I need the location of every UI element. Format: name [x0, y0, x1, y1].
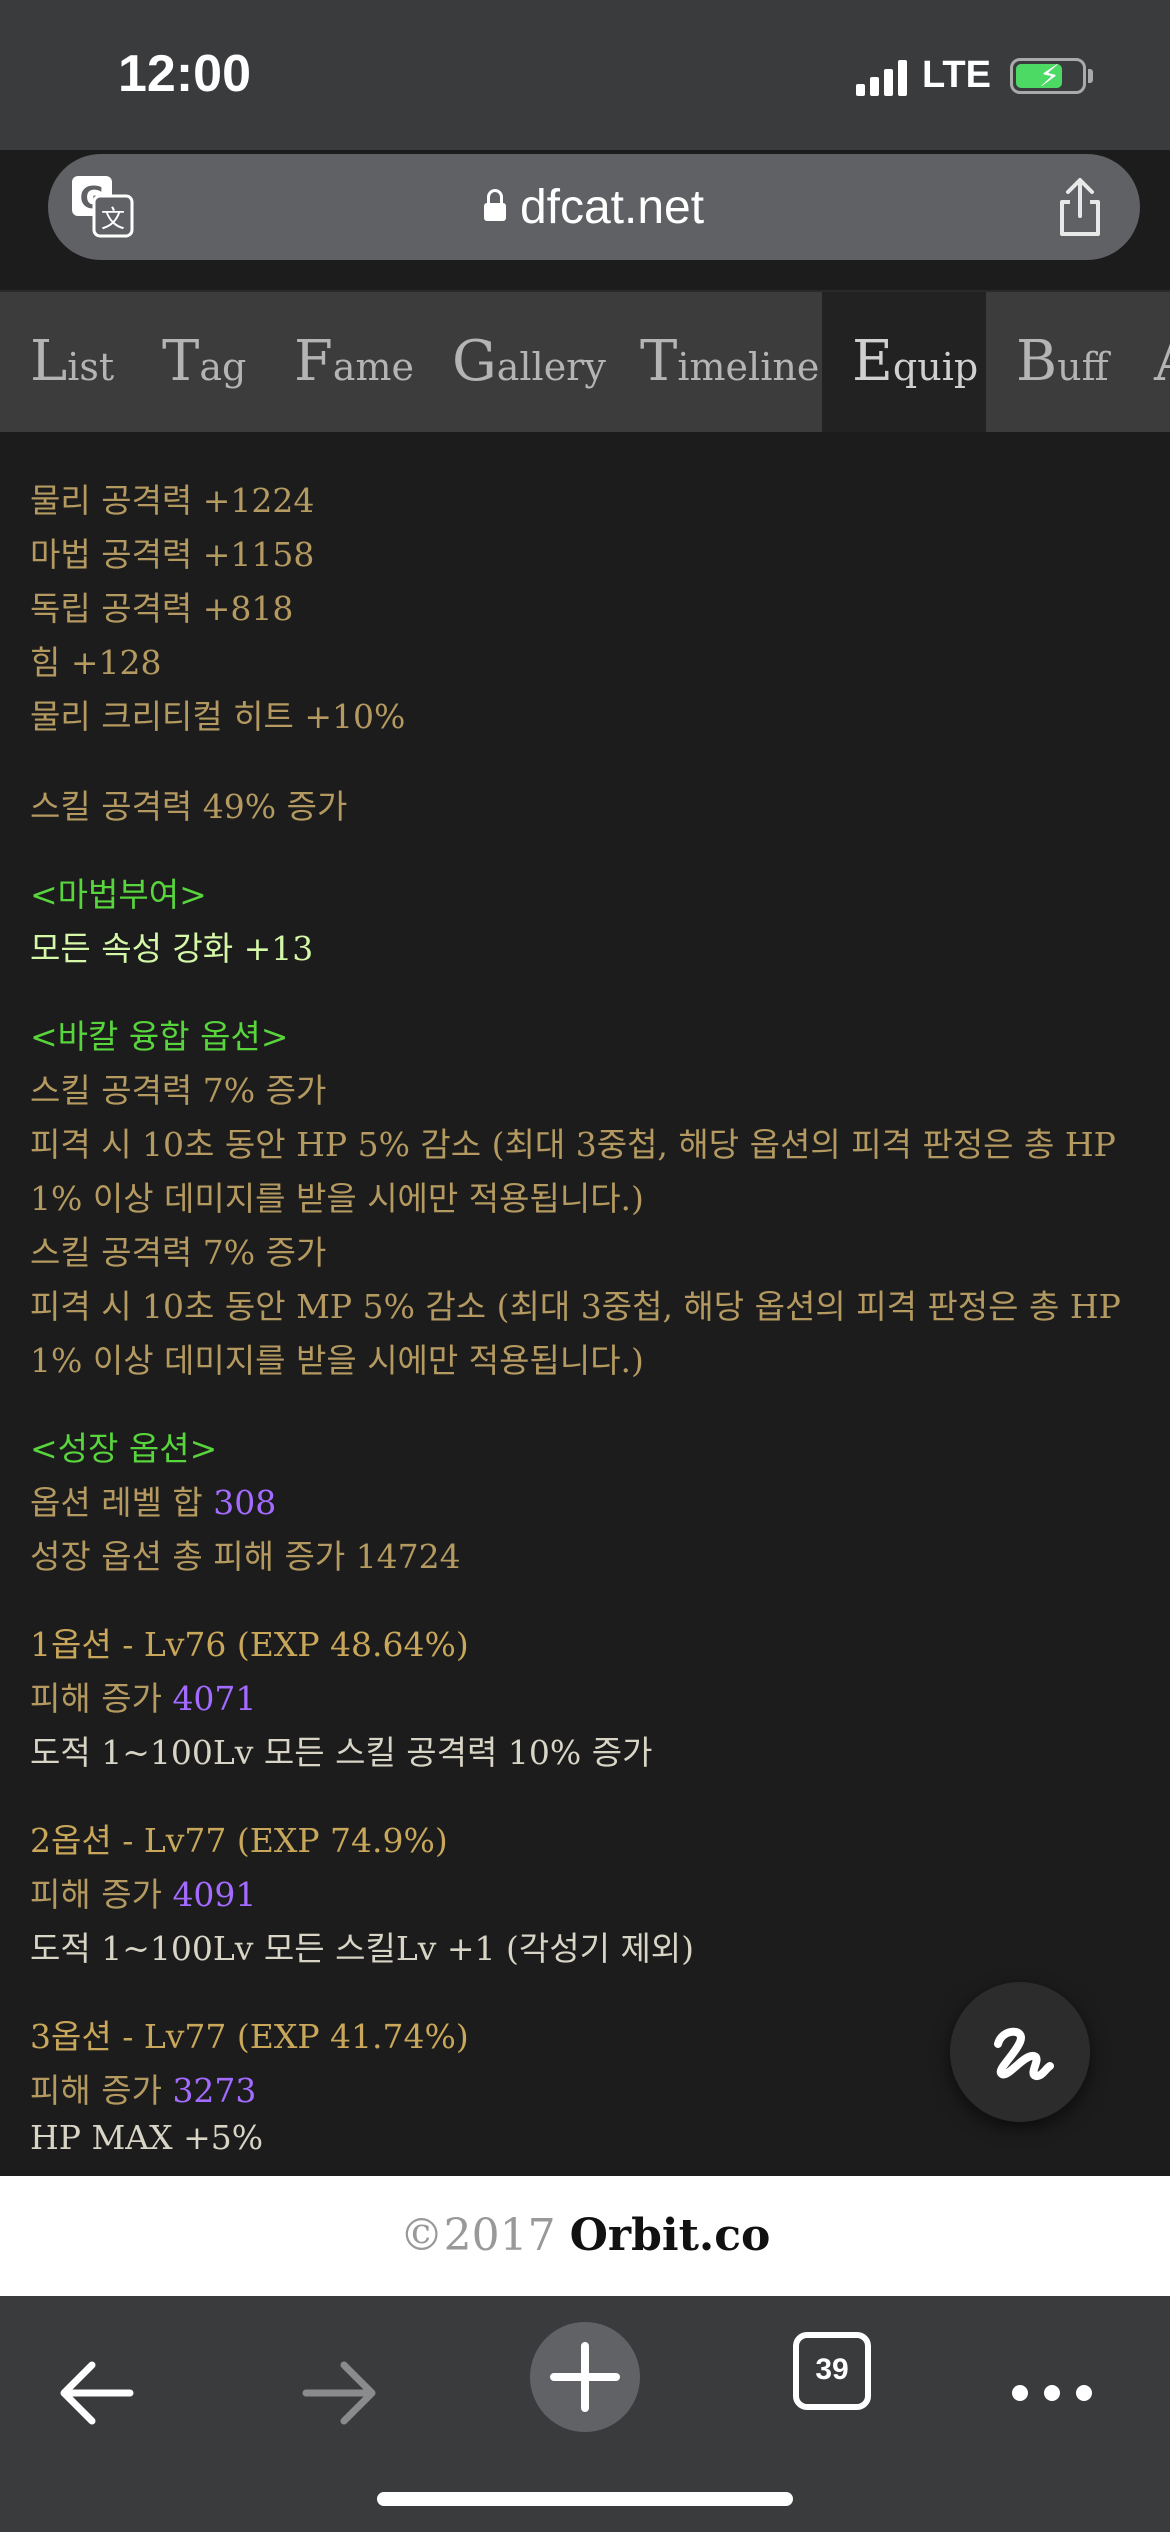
signal-icon [856, 60, 908, 96]
growth-option-title: 2옵션 - Lv77 (EXP 74.9%) [30, 1821, 448, 1860]
network-type: LTE [922, 54, 991, 96]
tab-fame[interactable]: Fame [264, 292, 422, 432]
option-level-sum: 옵션 레벨 합 308 [30, 1483, 277, 1522]
battery-cap [1088, 69, 1093, 83]
back-arrow-icon[interactable] [42, 2330, 152, 2440]
stat-line: 물리 크리티컬 히트 +10% [30, 697, 406, 736]
tab-timeline[interactable]: Timeline [610, 292, 822, 432]
bakal-header: <바칼 융합 옵션> [30, 1017, 289, 1056]
url-text: dfcat.net [519, 181, 705, 234]
growth-option-damage: 피해 증가 4071 [30, 1679, 257, 1718]
growth-option-damage: 피해 증가 4091 [30, 1875, 257, 1914]
stat-line: 물리 공격력 +1224 [30, 481, 315, 520]
skill-attack-line: 스킬 공격력 49% 증가 [30, 787, 348, 826]
bakal-line: 피격 시 10초 동안 MP 5% 감소 (최대 3중첩, 해당 옵션의 피격 … [30, 1287, 1121, 1326]
home-indicator[interactable] [377, 2492, 793, 2506]
growth-option-effect: 도적 1~100Lv 모든 스킬Lv +1 (각성기 제외) [30, 1929, 695, 1968]
scribble-fab-button[interactable] [950, 1982, 1090, 2122]
option-level-sum-value: 308 [213, 1483, 277, 1522]
scribble-icon [994, 2027, 1054, 2081]
tab-overflow[interactable]: A [1126, 292, 1170, 432]
tab-equip[interactable]: Equip [822, 292, 986, 432]
share-icon[interactable] [1048, 176, 1112, 240]
stat-line: 힘 +128 [30, 643, 162, 682]
status-time: 12:00 [118, 45, 251, 103]
site-footer: ©2017 Orbit.co [0, 2176, 1170, 2296]
site-nav-tabs: List Tag Fame Gallery Timeline Equip Buf… [0, 292, 1170, 432]
status-bar: 12:00 LTE ⚡ [0, 0, 1170, 150]
growth-option-damage: 피해 증가 3273 [30, 2071, 257, 2110]
battery-charging-icon: ⚡ [1010, 58, 1086, 94]
enchant-value: 모든 속성 강화 +13 [30, 929, 314, 968]
growth-option-title: 3옵션 - Lv77 (EXP 41.74%) [30, 2017, 469, 2056]
tab-buff[interactable]: Buff [986, 292, 1126, 432]
more-icon[interactable] [998, 2330, 1108, 2440]
tab-gallery[interactable]: Gallery [422, 292, 614, 432]
equip-detail: 물리 공격력 +1224 마법 공격력 +1158 독립 공격력 +818 힘 … [0, 432, 1170, 2176]
new-tab-button[interactable] [530, 2322, 640, 2432]
growth-total-damage: 성장 옵션 총 피해 증가 14724 [30, 1537, 461, 1576]
growth-header: <성장 옵션> [30, 1429, 218, 1468]
new-tab-plus-icon [550, 2342, 620, 2412]
lock-icon [483, 189, 506, 221]
bakal-line: 스킬 공격력 7% 증가 [30, 1071, 327, 1110]
enchant-header: <마법부여> [30, 875, 207, 914]
bakal-line: 1% 이상 데미지를 받을 시에만 적용됩니다.) [30, 1179, 644, 1218]
bakal-line: 피격 시 10초 동안 HP 5% 감소 (최대 3중첩, 해당 옵션의 피격 … [30, 1125, 1116, 1164]
url-display[interactable]: dfcat.net [48, 180, 1140, 235]
stat-line: 독립 공격력 +818 [30, 589, 294, 628]
stat-line: 마법 공격력 +1158 [30, 535, 315, 574]
growth-option-effect: HP MAX +5% [30, 2118, 264, 2157]
tabs-icon[interactable]: 39 [793, 2332, 871, 2410]
address-bar[interactable]: G 文 dfcat.net [48, 154, 1140, 260]
bakal-line: 스킬 공격력 7% 증가 [30, 1233, 327, 1272]
tab-list[interactable]: List [0, 292, 132, 432]
bakal-line: 1% 이상 데미지를 받을 시에만 적용됩니다.) [30, 1341, 644, 1380]
tab-tag[interactable]: Tag [132, 292, 264, 432]
growth-option-effect: 도적 1~100Lv 모든 스킬 공격력 10% 증가 [30, 1733, 653, 1772]
copyright: ©2017 [399, 2210, 556, 2261]
footer-brand[interactable]: Orbit.co [570, 2210, 771, 2261]
growth-option-title: 1옵션 - Lv76 (EXP 48.64%) [30, 1625, 469, 1664]
forward-arrow-icon[interactable] [284, 2330, 394, 2440]
